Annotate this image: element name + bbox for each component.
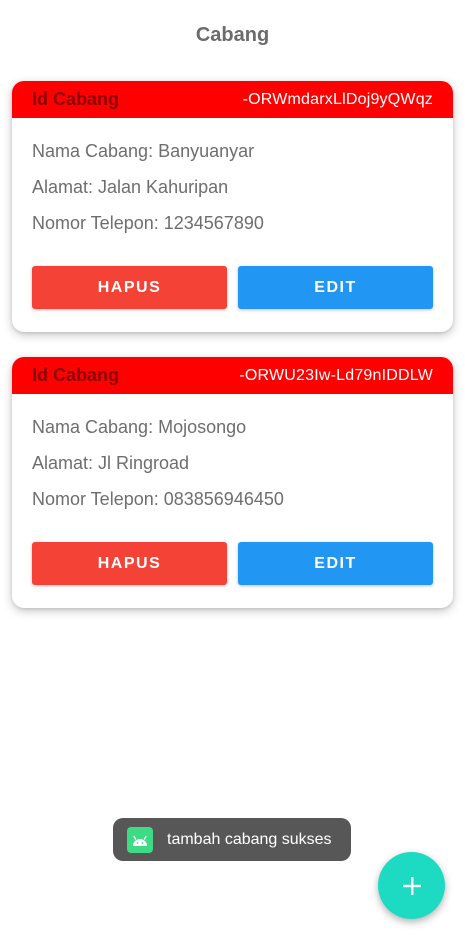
branch-address: Alamat: Jl Ringroad (32, 453, 190, 473)
id-value: -ORWmdarxLlDoj9yQWqz (242, 90, 433, 108)
branch-phone: Nomor Telepon: 1234567890 (32, 213, 264, 233)
card-actions: HAPUS EDIT (32, 266, 433, 309)
page-title: Cabang (195, 24, 270, 46)
card-body: Nama Cabang: Banyuanyar Alamat: Jalan Ka… (12, 118, 453, 309)
edit-button[interactable]: EDIT (238, 542, 433, 585)
android-icon (127, 826, 153, 853)
branch-phone: Nomor Telepon: 083856946450 (32, 489, 284, 509)
id-value: -ORWU23Iw-Ld79nIDDLW (239, 366, 433, 384)
branch-name: Nama Cabang: Banyuanyar (32, 141, 255, 161)
card-actions: HAPUS EDIT (32, 542, 433, 585)
delete-button[interactable]: HAPUS (32, 266, 227, 309)
card-body: Nama Cabang: Mojosongo Alamat: Jl Ringro… (12, 394, 453, 585)
id-label: Id Cabang (32, 89, 120, 109)
branch-card: Id Cabang -ORWU23Iw-Ld79nIDDLW Nama Caba… (12, 357, 453, 608)
card-header: Id Cabang -ORWU23Iw-Ld79nIDDLW (12, 357, 453, 394)
delete-button[interactable]: HAPUS (32, 542, 227, 585)
edit-button[interactable]: EDIT (238, 266, 433, 309)
plus-icon (402, 876, 421, 895)
branch-name: Nama Cabang: Mojosongo (32, 417, 247, 437)
id-label: Id Cabang (32, 365, 120, 385)
toast-message: tambah cabang sukses (113, 818, 351, 861)
branch-card: Id Cabang -ORWmdarxLlDoj9yQWqz Nama Caba… (12, 81, 453, 332)
card-header: Id Cabang -ORWmdarxLlDoj9yQWqz (12, 81, 453, 118)
add-branch-button[interactable] (378, 852, 445, 919)
toast-text: tambah cabang sukses (167, 830, 332, 848)
branch-address: Alamat: Jalan Kahuripan (32, 177, 229, 197)
